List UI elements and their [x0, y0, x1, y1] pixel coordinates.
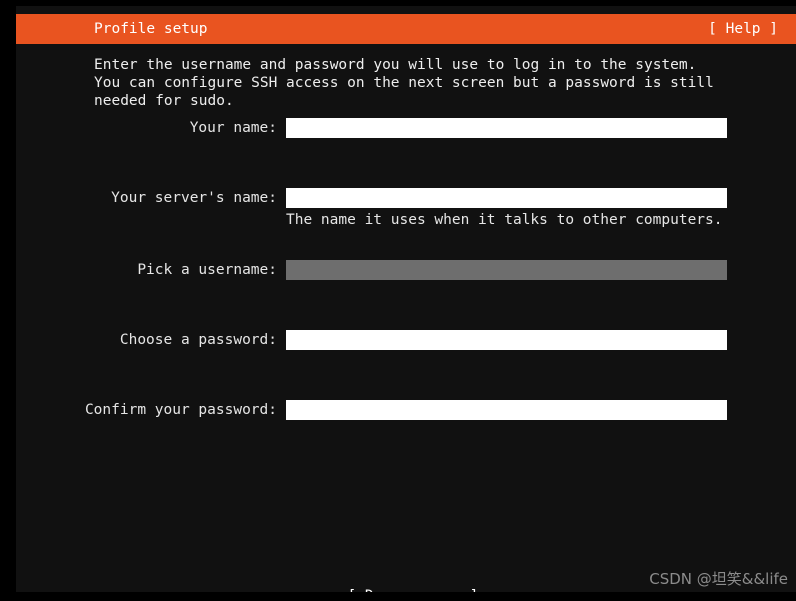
- row-spacer: [16, 376, 796, 398]
- hint-server-name: The name it uses when it talks to other …: [286, 212, 723, 228]
- row-spacer: [16, 164, 796, 186]
- label-your-name: Your name:: [189, 120, 277, 136]
- row-spacer: [16, 306, 796, 328]
- label-server-name: Your server's name:: [111, 190, 277, 206]
- page-title: Profile setup: [94, 21, 208, 37]
- profile-form: Your name: tt名称 Your server's name: ubun…: [16, 116, 796, 422]
- input-confirm-password[interactable]: ******确认密码: [286, 400, 727, 420]
- title-bar: Profile setup [ Help ]: [16, 14, 796, 44]
- installer-screen: Profile setup [ Help ] Enter the usernam…: [0, 0, 796, 601]
- input-your-name[interactable]: tt名称: [286, 118, 727, 138]
- input-password[interactable]: ******普通用户密码: [286, 330, 727, 350]
- main-content: Enter the username and password you will…: [16, 44, 796, 592]
- label-username: Pick a username:: [137, 262, 277, 278]
- label-confirm-password: Confirm your password:: [84, 402, 277, 418]
- form-row-username: Pick a username: test配置的普通用户名: [16, 258, 796, 282]
- terminal-console: Profile setup [ Help ] Enter the usernam…: [16, 6, 796, 592]
- help-button[interactable]: [ Help ]: [708, 14, 778, 44]
- row-spacer: [16, 352, 796, 376]
- intro-text: Enter the username and password you will…: [94, 57, 723, 109]
- form-row-your-name: Your name: tt名称: [16, 116, 796, 140]
- form-row-confirm-password: Confirm your password: ******确认密码: [16, 398, 796, 422]
- row-spacer: [16, 140, 796, 164]
- row-spacer: [16, 234, 796, 258]
- input-server-name[interactable]: ubuntu-20-04主机名: [286, 188, 727, 208]
- screen-bottom-border: [0, 592, 796, 601]
- input-username[interactable]: test配置的普通用户名: [286, 260, 727, 280]
- form-row-password: Choose a password: ******普通用户密码: [16, 328, 796, 352]
- row-spacer: [16, 282, 796, 306]
- form-row-server-name: Your server's name: ubuntu-20-04主机名 The …: [16, 186, 796, 228]
- label-password: Choose a password:: [119, 332, 277, 348]
- watermark: CSDN @坦笑&&life: [649, 570, 788, 588]
